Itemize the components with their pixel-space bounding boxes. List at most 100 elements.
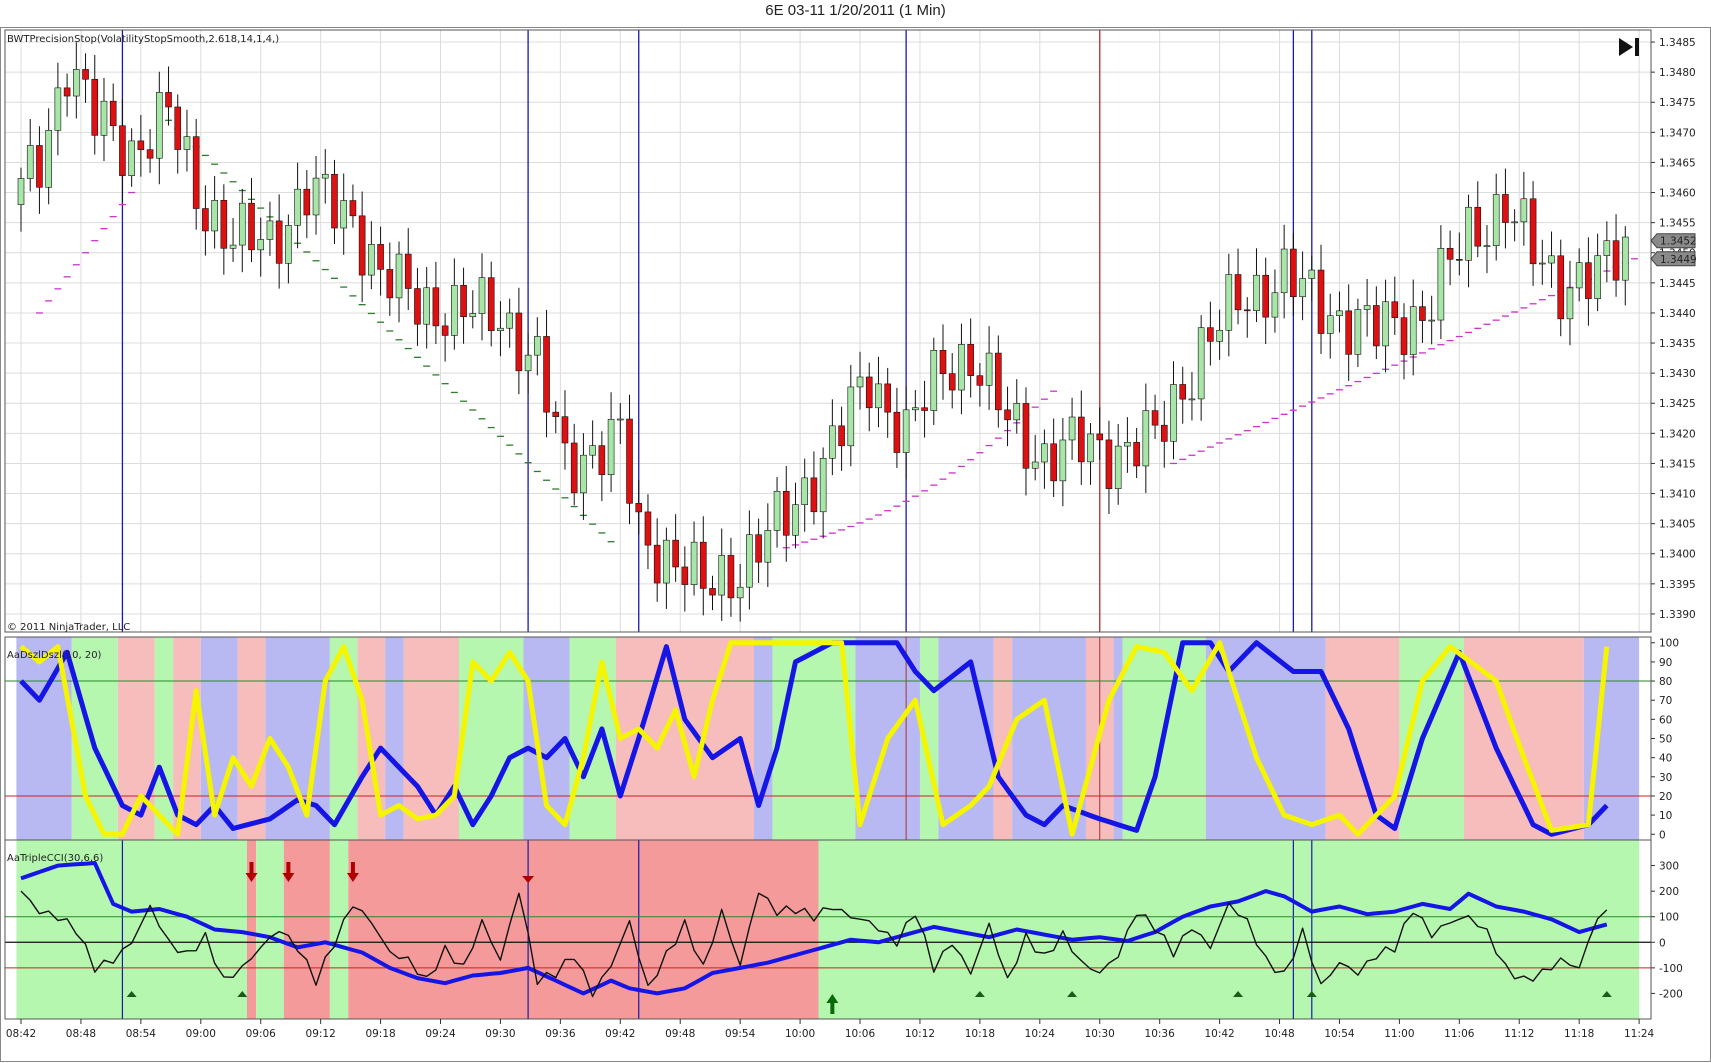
candle-up — [1124, 442, 1131, 447]
cci-indicator-label: AaTripleCCI(30,6,6) — [7, 853, 103, 864]
x-tick-label: 08:48 — [66, 1028, 96, 1040]
candle-up — [1511, 221, 1518, 224]
price-indicator-label: BWTPrecisionStop(VolatilityStopSmooth,2.… — [7, 34, 279, 45]
candle-down — [884, 383, 891, 413]
candle-up — [912, 407, 919, 411]
price-tick-label: 1.3430 — [1659, 368, 1696, 380]
x-tick-label: 10:54 — [1324, 1028, 1355, 1040]
candle-up — [736, 586, 744, 599]
dsi-tick-label: 100 — [1659, 638, 1679, 650]
candle-up — [1363, 305, 1371, 310]
dsi-zone-green — [458, 637, 524, 840]
candle-up — [1548, 255, 1555, 264]
x-tick-label: 11:06 — [1444, 1028, 1475, 1040]
chart-canvas[interactable]: 08:42 08:48 08:54 09:00 09:06 09:12 09:18 09:24… — [0, 0, 1711, 1063]
candle-down — [1234, 274, 1242, 311]
candle-up — [1575, 262, 1583, 289]
down-arrow-icon — [350, 862, 355, 874]
x-tick-label: 10:30 — [1085, 1028, 1115, 1040]
price-tick-label: 1.3440 — [1659, 308, 1696, 320]
candle-up — [1142, 410, 1150, 467]
price-tick-label: 1.3395 — [1659, 579, 1696, 591]
candle-down — [202, 208, 209, 232]
x-tick-label: 10:18 — [965, 1028, 995, 1040]
go-to-end-icon[interactable] — [1619, 38, 1639, 56]
cci-zone-green — [256, 840, 284, 1019]
candle-up — [902, 409, 910, 453]
candle-up — [257, 239, 265, 251]
candle-down — [865, 376, 873, 409]
x-tick-label: 11:00 — [1384, 1028, 1414, 1040]
candle-down — [543, 336, 550, 413]
candle-up — [54, 87, 62, 131]
candle-down — [460, 284, 467, 318]
candle-down — [220, 200, 228, 249]
cci-tick-label: -100 — [1659, 963, 1683, 975]
candle-up — [238, 202, 246, 246]
candle-up — [478, 277, 486, 314]
x-tick-label: 09:06 — [246, 1028, 277, 1040]
candle-up — [958, 344, 965, 391]
candle-down — [349, 200, 357, 217]
dsi-zone-red — [1325, 637, 1400, 840]
x-tick-label: 11:24 — [1624, 1028, 1655, 1040]
candle-up — [589, 445, 596, 456]
dsi-tick-label: 20 — [1659, 791, 1672, 803]
candle-down — [561, 416, 569, 444]
candle-up — [294, 188, 301, 226]
candle-up — [1594, 255, 1601, 299]
dsi-tick-label: 0 — [1659, 829, 1666, 841]
candle-down — [598, 445, 606, 475]
candle-up — [1354, 309, 1362, 355]
price-tick-label: 1.3470 — [1659, 127, 1696, 139]
candle-down — [63, 87, 71, 97]
candle-down — [432, 287, 440, 327]
candle-up — [773, 490, 781, 531]
candle-down — [976, 375, 984, 386]
candle-up — [1382, 301, 1389, 347]
candle-down — [441, 325, 449, 336]
x-tick-label: 09:12 — [306, 1028, 336, 1040]
candle-down — [174, 106, 182, 150]
x-tick-label: 09:42 — [605, 1028, 635, 1040]
dsi-zone-green — [154, 637, 174, 840]
candle-down — [377, 244, 384, 270]
candle-down — [358, 215, 366, 276]
candle-down — [248, 202, 255, 251]
candle-down — [119, 125, 126, 176]
price-tick-label: 1.3465 — [1659, 157, 1696, 169]
candle-down — [948, 373, 956, 391]
candle-down — [644, 511, 652, 546]
candle-down — [1400, 317, 1408, 355]
candle-down — [552, 411, 560, 417]
candle-down — [1317, 269, 1325, 334]
price-tick-label: 1.3485 — [1659, 37, 1696, 49]
candle-down — [570, 442, 578, 494]
candle-up — [690, 541, 698, 585]
dsi-tick-label: 80 — [1659, 676, 1672, 688]
candle-down — [1612, 240, 1620, 281]
candle-down — [109, 100, 117, 127]
x-tick-label: 09:24 — [425, 1028, 456, 1040]
candle-down — [1096, 433, 1104, 441]
candle-up — [764, 530, 772, 563]
down-arrow-icon — [249, 862, 254, 874]
candle-down — [939, 349, 947, 374]
candle-down — [1179, 384, 1187, 400]
candle-up — [340, 200, 348, 229]
candle-down — [386, 269, 394, 299]
candle-up — [1087, 433, 1094, 463]
candle-up — [1068, 416, 1076, 441]
cci-zone-green — [329, 840, 349, 1019]
candle-up — [985, 352, 993, 386]
cci-tick-label: 0 — [1659, 937, 1666, 949]
candle-down — [1446, 247, 1454, 260]
candle-up — [1280, 248, 1288, 294]
dsi-tick-label: 40 — [1659, 753, 1672, 765]
candle-down — [487, 277, 495, 331]
candle-down — [967, 344, 974, 376]
dsi-tick-label: 90 — [1659, 657, 1672, 669]
candle-up — [1216, 329, 1223, 342]
candle-down — [1004, 409, 1011, 421]
candle-up — [183, 136, 191, 150]
